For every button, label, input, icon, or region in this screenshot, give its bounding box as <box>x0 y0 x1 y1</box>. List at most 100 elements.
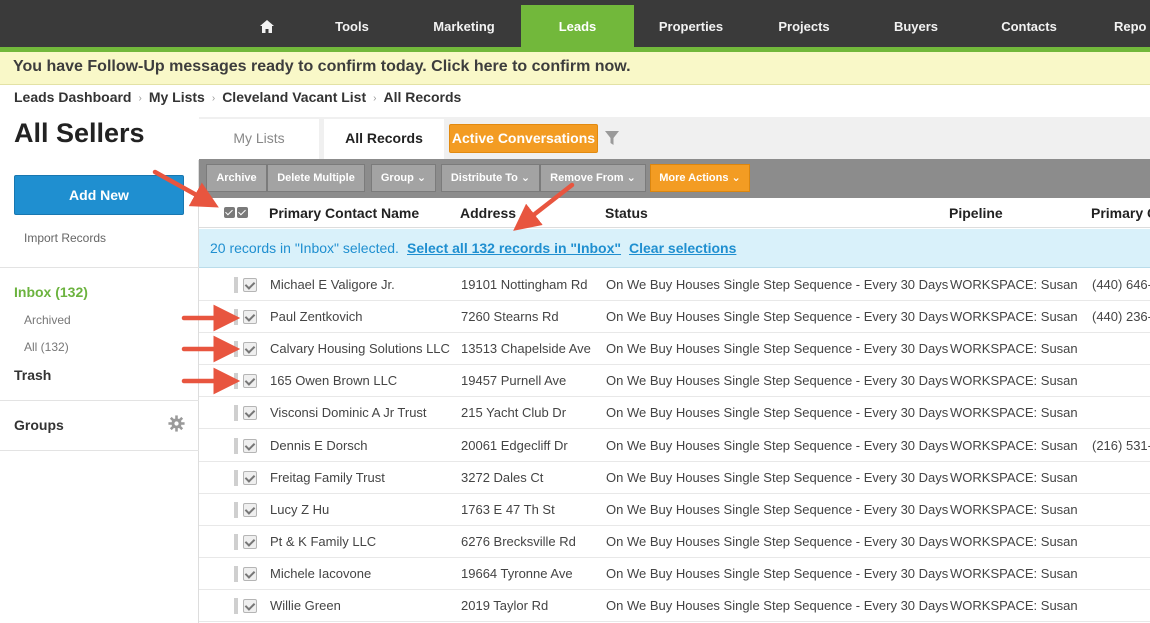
drag-handle-icon[interactable] <box>234 565 238 582</box>
cell-name[interactable]: Lucy Z Hu <box>270 502 329 517</box>
nav-home[interactable] <box>246 0 288 48</box>
breadcrumb-my-lists[interactable]: My Lists <box>149 89 205 105</box>
cell-address: 3272 Dales Ct <box>461 469 544 485</box>
drag-handle-icon[interactable] <box>234 373 238 390</box>
drag-handle-icon[interactable] <box>234 469 238 486</box>
nav-reports[interactable]: Repo <box>1114 0 1150 48</box>
cell-pipeline: WORKSPACE: Susan <box>950 565 1078 581</box>
import-records-link[interactable]: Import Records <box>24 231 106 245</box>
sidebar-item-inbox[interactable]: Inbox (132) <box>14 284 88 300</box>
table-row[interactable]: 165 Owen Brown LLC 19457 Purnell Ave On We… <box>199 365 1150 398</box>
table-row[interactable]: Michele Iacovone 19664 Tyronne Ave On We B… <box>199 557 1150 590</box>
nav-buyers[interactable]: Buyers <box>880 0 952 48</box>
sidebar-item-groups[interactable]: Groups <box>14 417 64 433</box>
selection-notice: 20 records in "Inbox" selected. Select a… <box>199 229 1150 268</box>
cell-name[interactable]: Paul Zentkovich <box>270 309 363 324</box>
remove-from-dropdown[interactable]: Remove From ⌄ <box>540 164 646 192</box>
archive-button[interactable]: Archive <box>206 164 267 192</box>
row-checkbox[interactable] <box>243 566 257 581</box>
add-new-button[interactable]: Add New <box>14 175 184 215</box>
drag-handle-icon[interactable] <box>234 598 238 614</box>
tab-active-conversations[interactable]: Active Conversations <box>449 124 598 153</box>
cell-address: 20061 Edgecliff Dr <box>461 437 568 453</box>
column-header-phone[interactable]: Primary C <box>1091 205 1150 221</box>
select-page-checkbox[interactable] <box>237 207 248 218</box>
column-header-address[interactable]: Address <box>460 205 516 221</box>
row-checkbox[interactable] <box>243 278 257 292</box>
drag-handle-icon[interactable] <box>234 437 238 454</box>
breadcrumb-list-name[interactable]: Cleveland Vacant List <box>222 89 366 105</box>
sidebar-item-archived[interactable]: Archived <box>24 313 71 327</box>
column-header-pipeline[interactable]: Pipeline <box>949 205 1003 221</box>
cell-name[interactable]: Michael E Valigore Jr. <box>270 277 395 292</box>
breadcrumb-leads-dashboard[interactable]: Leads Dashboard <box>14 89 131 105</box>
sidebar-item-trash[interactable]: Trash <box>14 367 51 383</box>
row-checkbox[interactable] <box>243 502 257 517</box>
drag-handle-icon[interactable] <box>234 309 238 326</box>
cell-name[interactable]: Michele Iacovone <box>270 566 371 581</box>
column-header-status[interactable]: Status <box>605 205 648 221</box>
cell-address: 6276 Brecksville Rd <box>461 533 576 549</box>
selection-count: 20 records in "Inbox" selected. <box>210 240 399 256</box>
cell-status: On We Buy Houses Single Step Sequence - … <box>606 405 949 421</box>
cell-address: 215 Yacht Club Dr <box>461 405 567 421</box>
cell-name[interactable]: Willie Green <box>270 598 341 613</box>
row-checkbox[interactable] <box>243 438 257 453</box>
filter-icon[interactable] <box>604 130 620 146</box>
nav-tools[interactable]: Tools <box>312 0 392 48</box>
tab-all-records[interactable]: All Records <box>324 119 444 159</box>
row-checkbox[interactable] <box>243 342 257 357</box>
top-navigation: Tools Marketing Leads Properties Project… <box>0 0 1150 48</box>
select-all-checkbox[interactable] <box>224 207 235 218</box>
row-checkbox[interactable] <box>243 310 257 325</box>
table-row[interactable]: Lucy Z Hu 1763 E 47 Th St On We Buy Houses… <box>199 493 1150 526</box>
table-row[interactable]: Paul Zentkovich 7260 Stearns Rd On We Buy … <box>199 301 1150 334</box>
nav-projects[interactable]: Projects <box>765 0 843 48</box>
more-actions-dropdown[interactable]: More Actions ⌄ <box>650 164 750 192</box>
cell-pipeline: WORKSPACE: Susan <box>950 598 1078 613</box>
tab-my-lists[interactable]: My Lists <box>199 119 319 159</box>
nav-contacts[interactable]: Contacts <box>990 0 1068 48</box>
column-header-name[interactable]: Primary Contact Name <box>269 205 419 221</box>
gear-icon[interactable] <box>168 415 185 432</box>
table-row[interactable]: Visconsi Dominic A Jr Trust 215 Yacht Clu… <box>199 397 1150 430</box>
table-row[interactable]: Freitag Family Trust 3272 Dales Ct On We B… <box>199 461 1150 494</box>
nav-properties[interactable]: Properties <box>648 0 734 48</box>
cell-status: On We Buy Houses Single Step Sequence - … <box>606 501 949 517</box>
select-all-records-link[interactable]: Select all 132 records in "Inbox" <box>407 240 621 256</box>
nav-marketing[interactable]: Marketing <box>416 0 512 48</box>
drag-handle-icon[interactable] <box>234 533 238 550</box>
row-checkbox[interactable] <box>243 374 257 389</box>
row-checkbox[interactable] <box>243 599 257 613</box>
row-checkbox[interactable] <box>243 534 257 549</box>
cell-name[interactable]: 165 Owen Brown LLC <box>270 373 397 388</box>
drag-handle-icon[interactable] <box>234 501 238 518</box>
cell-pipeline: WORKSPACE: Susan <box>950 309 1078 325</box>
cell-name[interactable]: Calvary Housing Solutions LLC <box>270 341 450 356</box>
cell-name[interactable]: Visconsi Dominic A Jr Trust <box>270 405 427 420</box>
row-checkbox[interactable] <box>243 406 257 421</box>
table-row[interactable]: Michael E Valigore Jr. 19101 Nottingham R… <box>199 269 1150 301</box>
cell-name[interactable]: Pt & K Family LLC <box>270 534 376 549</box>
table-row[interactable]: Dennis E Dorsch 20061 Edgecliff Dr On We B… <box>199 429 1150 462</box>
table-row[interactable]: Willie Green 2019 Taylor Rd On We Buy Hous… <box>199 590 1150 622</box>
cell-name[interactable]: Freitag Family Trust <box>270 470 385 485</box>
table-row[interactable]: Pt & K Family LLC 6276 Brecksville Rd On W… <box>199 525 1150 558</box>
delete-multiple-button[interactable]: Delete Multiple <box>267 164 365 192</box>
follow-up-banner[interactable]: You have Follow-Up messages ready to con… <box>0 52 1150 85</box>
group-dropdown[interactable]: Group ⌄ <box>371 164 436 192</box>
cell-status: On We Buy Houses Single Step Sequence - … <box>606 437 949 453</box>
cell-pipeline: WORKSPACE: Susan <box>950 501 1078 517</box>
row-checkbox[interactable] <box>243 470 257 485</box>
cell-name[interactable]: Dennis E Dorsch <box>270 438 368 453</box>
nav-leads[interactable]: Leads <box>521 5 634 48</box>
clear-selections-link[interactable]: Clear selections <box>629 240 736 256</box>
cell-status: On We Buy Houses Single Step Sequence - … <box>606 598 949 613</box>
table-row[interactable]: Calvary Housing Solutions LLC 13513 Chape… <box>199 333 1150 366</box>
sidebar-item-all[interactable]: All (132) <box>24 340 69 354</box>
drag-handle-icon[interactable] <box>234 341 238 358</box>
drag-handle-icon[interactable] <box>234 405 238 422</box>
drag-handle-icon[interactable] <box>234 277 238 293</box>
cell-address: 19664 Tyronne Ave <box>461 565 573 581</box>
distribute-to-dropdown[interactable]: Distribute To ⌄ <box>441 164 540 192</box>
